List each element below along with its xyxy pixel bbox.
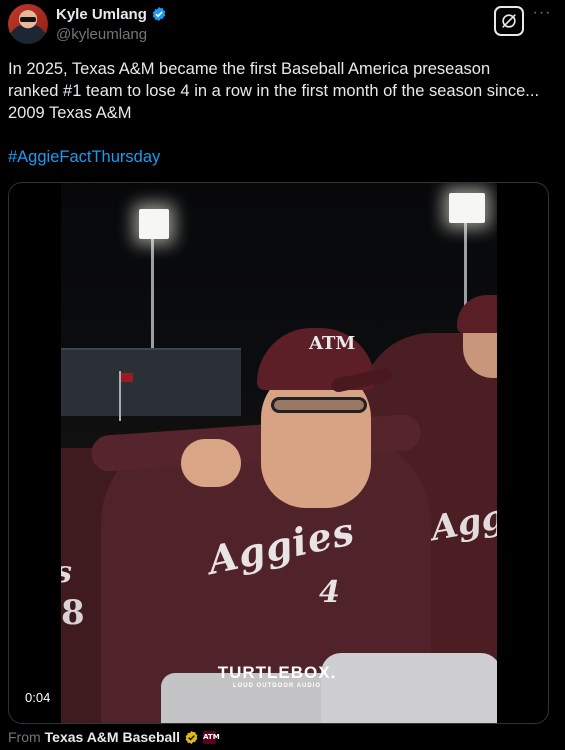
source-account-link[interactable]: Texas A&M Baseball bbox=[45, 729, 180, 745]
video-player[interactable]: Agg s 8 ATM Aggies 4 TURTLEBOX. LOUD OUT… bbox=[8, 182, 549, 724]
flag bbox=[121, 373, 133, 382]
stadium-light bbox=[449, 193, 485, 223]
jersey-number-left: 8 bbox=[61, 593, 85, 633]
grok-icon bbox=[502, 14, 516, 28]
tweet-text-line: ranked #1 team to lose 4 in a row in the… bbox=[8, 82, 540, 100]
display-name[interactable]: Kyle Umlang bbox=[56, 6, 147, 23]
jersey-text-left: s bbox=[61, 555, 72, 590]
jersey-number: 4 bbox=[319, 575, 340, 610]
player-right-cap bbox=[457, 295, 497, 333]
hashtag-link[interactable]: #AggieFactThursday bbox=[8, 148, 160, 167]
stadium-light bbox=[139, 209, 169, 239]
sunglasses bbox=[271, 397, 367, 413]
watermark-subtitle: LOUD OUTDOOR AUDIO bbox=[232, 683, 322, 689]
tweet: Kyle Umlang @kyleumlang ··· In 2025, Tex… bbox=[0, 0, 565, 750]
video-frame[interactable]: Agg s 8 ATM Aggies 4 TURTLEBOX. LOUD OUT… bbox=[61, 183, 497, 723]
watermark-title: TURTLEBOX. bbox=[217, 663, 337, 682]
tweet-text: In 2025, Texas A&M became the first Base… bbox=[8, 58, 556, 124]
source-logo: ATM bbox=[203, 730, 220, 744]
tweet-text-line: 2009 Texas A&M bbox=[8, 104, 132, 122]
source-attribution: From Texas A&M Baseball ATM bbox=[8, 729, 220, 745]
blue-check-icon bbox=[152, 7, 166, 21]
author-block: Kyle Umlang @kyleumlang bbox=[56, 4, 167, 43]
gold-check-icon bbox=[185, 730, 198, 744]
avatar[interactable] bbox=[8, 4, 48, 44]
tweet-text-line: In 2025, Texas A&M became the first Base… bbox=[8, 60, 491, 78]
user-handle[interactable]: @kyleumlang bbox=[56, 26, 167, 43]
from-label: From bbox=[8, 729, 41, 745]
outfield-wall bbox=[61, 348, 241, 416]
grok-button[interactable] bbox=[494, 6, 524, 36]
player-right-pants bbox=[321, 653, 497, 723]
player-hand bbox=[181, 439, 241, 487]
more-options-button[interactable]: ··· bbox=[531, 5, 553, 28]
cap-logo: ATM bbox=[309, 333, 356, 354]
video-timestamp: 0:04 bbox=[19, 687, 57, 708]
